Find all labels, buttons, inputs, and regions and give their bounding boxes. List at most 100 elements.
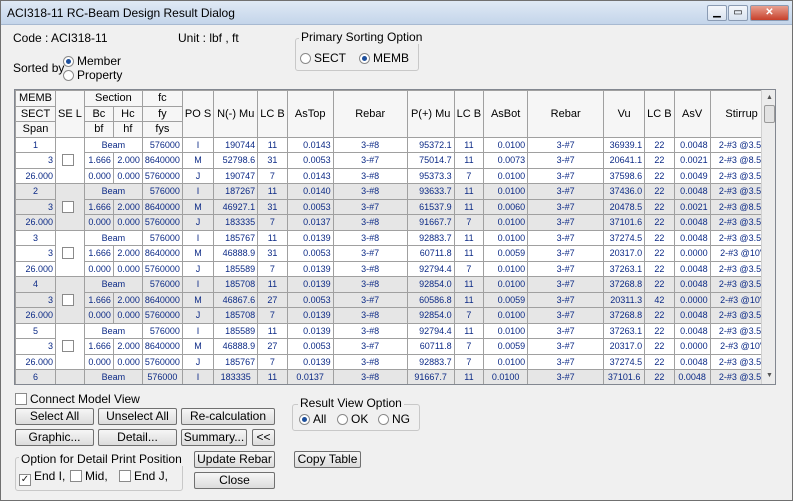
close-button[interactable]: Close: [194, 472, 275, 489]
column-header[interactable]: Span: [15, 121, 56, 138]
select-all-button[interactable]: Select All: [15, 408, 94, 425]
column-header[interactable]: AsTop: [286, 90, 334, 138]
column-header[interactable]: Rebar: [527, 90, 605, 138]
column-header[interactable]: LC B: [257, 90, 288, 138]
column-header[interactable]: fy: [141, 105, 183, 122]
graphic-button[interactable]: Graphic...: [15, 429, 94, 446]
table-row[interactable]: 6 Beam 576000 I 183335 11 0.0137 3-#8 91667.7 11 0…: [15, 369, 774, 384]
table-row[interactable]: 3 1.666 2.000 8640000 M 46927.1 31 0.0053 3-#7 61…: [15, 198, 774, 215]
select-cell[interactable]: [55, 136, 85, 184]
table-cell: 0.0000: [673, 245, 711, 262]
select-cell[interactable]: [55, 183, 85, 231]
close-icon[interactable]: ✕: [750, 5, 789, 21]
column-header[interactable]: fc: [141, 90, 183, 107]
result-all-radio[interactable]: All: [299, 412, 326, 426]
table-row[interactable]: 2 Beam 576000 I 187267 11 0.0140 3-#8 93633.7 11 0…: [15, 183, 774, 231]
column-header[interactable]: hf: [112, 121, 143, 138]
sort-sect-radio[interactable]: SECT: [300, 51, 346, 65]
sort-member-radio[interactable]: Member: [63, 54, 121, 68]
table-row[interactable]: 3 1.666 2.000 8640000 M 46888.9 27 0.0053 3-#7 60…: [15, 338, 774, 355]
table-row[interactable]: 5 Beam 576000 I 185589 11 0.0139 3-#8 92794.4 11 0…: [15, 322, 774, 370]
mid-checkbox[interactable]: Mid,: [70, 469, 108, 483]
select-cell[interactable]: [55, 276, 85, 324]
column-header[interactable]: Vu: [603, 90, 646, 138]
table-cell: 3-#7: [527, 291, 605, 308]
column-header[interactable]: SECT: [15, 105, 56, 122]
table-cell: 0.000: [83, 353, 114, 370]
table-cell: 1.666: [83, 198, 114, 215]
table-row[interactable]: 3 Beam 576000 I 185767 11 0.0139 3-#8 92883.7 11 0…: [15, 229, 774, 277]
connect-model-view-checkbox[interactable]: Connect Model View: [15, 392, 140, 406]
sort-property-radio[interactable]: Property: [63, 68, 122, 82]
radio-icon: [299, 414, 310, 425]
scroll-down-icon[interactable]: ▼: [763, 369, 775, 382]
row-select-checkbox[interactable]: [62, 247, 75, 260]
collapse-button[interactable]: <<: [252, 429, 275, 446]
update-rebar-button[interactable]: Update Rebar: [194, 451, 275, 468]
column-header[interactable]: Rebar: [332, 90, 408, 138]
table-row[interactable]: 3 1.666 2.000 8640000 M 46867.6 27 0.0053 3-#7 60…: [15, 291, 774, 308]
table-cell: 60711.8: [406, 245, 455, 262]
table-cell: 3-#7: [527, 276, 605, 293]
table-cell: 0.0100: [483, 167, 529, 184]
table-row[interactable]: 26.000 0.000 0.000 5760000 J 183335 7 0.0137 3-#…: [15, 214, 774, 231]
maximize-icon[interactable]: ▭: [728, 5, 748, 21]
table-row[interactable]: 26.000 0.000 0.000 5760000 J 185767 7 0.0139 3-#…: [15, 353, 774, 370]
scroll-thumb[interactable]: [764, 105, 775, 123]
detail-button[interactable]: Detail...: [98, 429, 177, 446]
select-cell[interactable]: [55, 369, 85, 384]
table-cell: 37263.1: [603, 260, 646, 277]
select-cell[interactable]: [55, 229, 85, 277]
table-row[interactable]: 26.000 0.000 0.000 5760000 J 185708 7 0.0139 3-#…: [15, 307, 774, 324]
mid-label: Mid,: [85, 469, 108, 483]
vertical-scrollbar[interactable]: ▲ ▼: [761, 90, 775, 384]
row-select-checkbox[interactable]: [62, 200, 75, 213]
table-cell: 11: [257, 183, 288, 200]
column-header[interactable]: PO S: [181, 90, 215, 138]
column-header[interactable]: AsV: [673, 90, 711, 138]
column-header[interactable]: AsBot: [483, 90, 529, 138]
unselect-all-button[interactable]: Unselect All: [98, 408, 177, 425]
column-header[interactable]: LC B: [453, 90, 485, 138]
row-select-checkbox[interactable]: [62, 154, 75, 167]
column-header[interactable]: MEMB: [15, 90, 56, 107]
sort-memb-radio[interactable]: MEMB: [359, 51, 409, 65]
column-header[interactable]: Section: [83, 90, 143, 107]
table-row[interactable]: 26.000 0.000 0.000 5760000 J 185589 7 0.0139 3-#…: [15, 260, 774, 277]
column-header[interactable]: LC B: [644, 90, 675, 138]
table-row[interactable]: 26.000 0.000 0.000 5760000 J 190747 7 0.0143 3-#…: [15, 167, 774, 184]
row-select-checkbox[interactable]: [62, 293, 75, 306]
column-header[interactable]: P(+) Mu: [406, 90, 455, 138]
column-header[interactable]: Hc: [112, 105, 143, 122]
table-cell: 3-#7: [527, 322, 605, 339]
minimize-icon[interactable]: ▁: [707, 5, 727, 21]
end-i-checkbox[interactable]: ✓ End I,: [19, 469, 65, 486]
summary-button[interactable]: Summary...: [181, 429, 247, 446]
recalculation-button[interactable]: Re-calculation: [181, 408, 275, 425]
results-grid[interactable]: MEMB SE L Section fc PO S N(-) Mu LC B AsTop Reb…: [14, 89, 776, 385]
table-cell: 0.0021: [673, 198, 711, 215]
table-row[interactable]: 3 1.666 2.000 8640000 M 52798.6 31 0.0053 3-#7 75…: [15, 152, 774, 169]
select-cell[interactable]: [55, 322, 85, 370]
table-cell: 93633.7: [406, 183, 455, 200]
table-cell: 576000: [141, 136, 183, 153]
result-ng-radio[interactable]: NG: [378, 412, 410, 426]
sorted-by-label: Sorted by: [13, 61, 65, 75]
result-ok-radio[interactable]: OK: [337, 412, 368, 426]
column-header[interactable]: N(-) Mu: [213, 90, 259, 138]
column-header[interactable]: bf: [83, 121, 114, 138]
scroll-up-icon[interactable]: ▲: [763, 91, 775, 104]
copy-table-button[interactable]: Copy Table: [294, 451, 361, 468]
table-cell: 3-#8: [332, 276, 408, 293]
table-cell: 61537.9: [406, 198, 455, 215]
table-cell: 22: [644, 167, 675, 184]
column-header[interactable]: fys: [141, 121, 183, 138]
table-row[interactable]: 1 Beam 576000 I 190744 11 0.0143 3-#8 95372.1 11 0…: [15, 136, 774, 184]
end-j-checkbox[interactable]: End J,: [119, 469, 168, 483]
row-select-checkbox[interactable]: [62, 340, 75, 353]
column-header[interactable]: SE L: [55, 90, 85, 138]
column-header[interactable]: Bc: [83, 105, 114, 122]
table-cell: 36939.1: [603, 136, 646, 153]
table-row[interactable]: 3 1.666 2.000 8640000 M 46888.9 31 0.0053 3-#7 60…: [15, 245, 774, 262]
table-row[interactable]: 4 Beam 576000 I 185708 11 0.0139 3-#8 92854.0 11 0…: [15, 276, 774, 324]
